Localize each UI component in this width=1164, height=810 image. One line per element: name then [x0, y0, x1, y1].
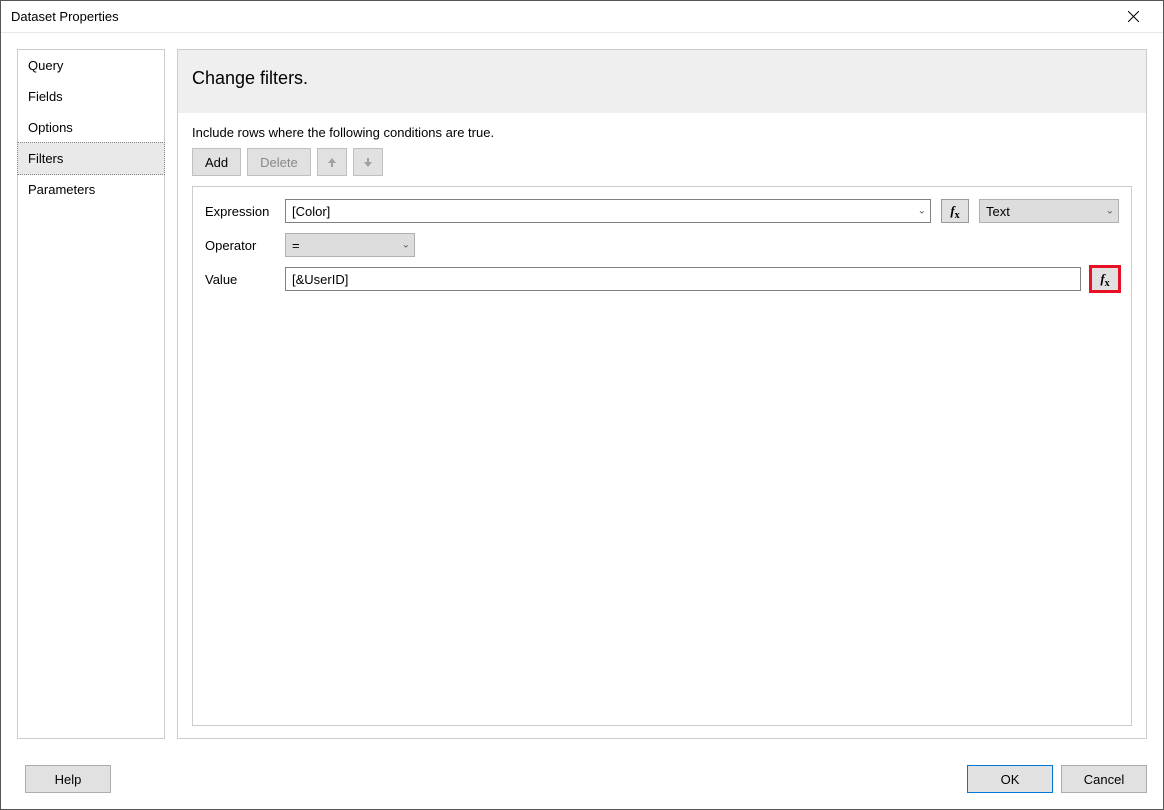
- sidebar-item-query[interactable]: Query: [18, 50, 164, 81]
- close-button[interactable]: [1113, 3, 1153, 31]
- move-down-button[interactable]: [353, 148, 383, 176]
- fx-icon: fx: [950, 203, 959, 219]
- sidebar-item-options[interactable]: Options: [18, 112, 164, 143]
- delete-button[interactable]: Delete: [247, 148, 311, 176]
- sidebar-item-fields[interactable]: Fields: [18, 81, 164, 112]
- value-fx-button[interactable]: fx: [1091, 267, 1119, 291]
- operator-row: Operator = ⌄: [205, 233, 1119, 257]
- chevron-down-icon: ⌄: [402, 240, 410, 251]
- operator-label: Operator: [205, 238, 275, 253]
- operator-combo[interactable]: = ⌄: [285, 233, 415, 257]
- titlebar: Dataset Properties: [1, 1, 1163, 33]
- main-area: Query Fields Options Filters Parameters …: [1, 33, 1163, 755]
- cancel-button[interactable]: Cancel: [1061, 765, 1147, 793]
- dialog-footer: Help OK Cancel: [1, 755, 1163, 809]
- expression-type-combo[interactable]: Text ⌄: [979, 199, 1119, 223]
- instruction-text: Include rows where the following conditi…: [192, 125, 1132, 140]
- expression-fx-button[interactable]: fx: [941, 199, 969, 223]
- arrow-down-icon: [362, 156, 374, 168]
- sidebar: Query Fields Options Filters Parameters: [17, 49, 165, 739]
- value-label: Value: [205, 272, 275, 287]
- content-body: Include rows where the following conditi…: [178, 113, 1146, 738]
- close-icon: [1128, 11, 1139, 22]
- content-header: Change filters.: [178, 50, 1146, 113]
- move-up-button[interactable]: [317, 148, 347, 176]
- arrow-up-icon: [326, 156, 338, 168]
- window-title: Dataset Properties: [11, 9, 119, 24]
- add-button[interactable]: Add: [192, 148, 241, 176]
- help-button[interactable]: Help: [25, 765, 111, 793]
- fx-icon: fx: [1100, 271, 1109, 287]
- ok-button[interactable]: OK: [967, 765, 1053, 793]
- chevron-down-icon: ⌄: [1106, 206, 1114, 217]
- value-row: Value fx: [205, 267, 1119, 291]
- operator-value: =: [292, 238, 300, 253]
- expression-label: Expression: [205, 204, 275, 219]
- expression-combo[interactable]: [Color] ⌄: [285, 199, 931, 223]
- sidebar-item-parameters[interactable]: Parameters: [18, 174, 164, 205]
- value-input[interactable]: [285, 267, 1081, 291]
- expression-value: [Color]: [292, 204, 330, 219]
- expression-type-value: Text: [986, 204, 1010, 219]
- filter-editor: Expression [Color] ⌄ fx Text ⌄: [192, 186, 1132, 726]
- sidebar-item-filters[interactable]: Filters: [17, 142, 165, 175]
- page-heading: Change filters.: [192, 68, 1132, 89]
- chevron-down-icon: ⌄: [918, 206, 926, 217]
- filter-toolbar: Add Delete: [192, 148, 1132, 176]
- expression-row: Expression [Color] ⌄ fx Text ⌄: [205, 199, 1119, 223]
- dataset-properties-dialog: Dataset Properties Query Fields Options …: [0, 0, 1164, 810]
- content-panel: Change filters. Include rows where the f…: [177, 49, 1147, 739]
